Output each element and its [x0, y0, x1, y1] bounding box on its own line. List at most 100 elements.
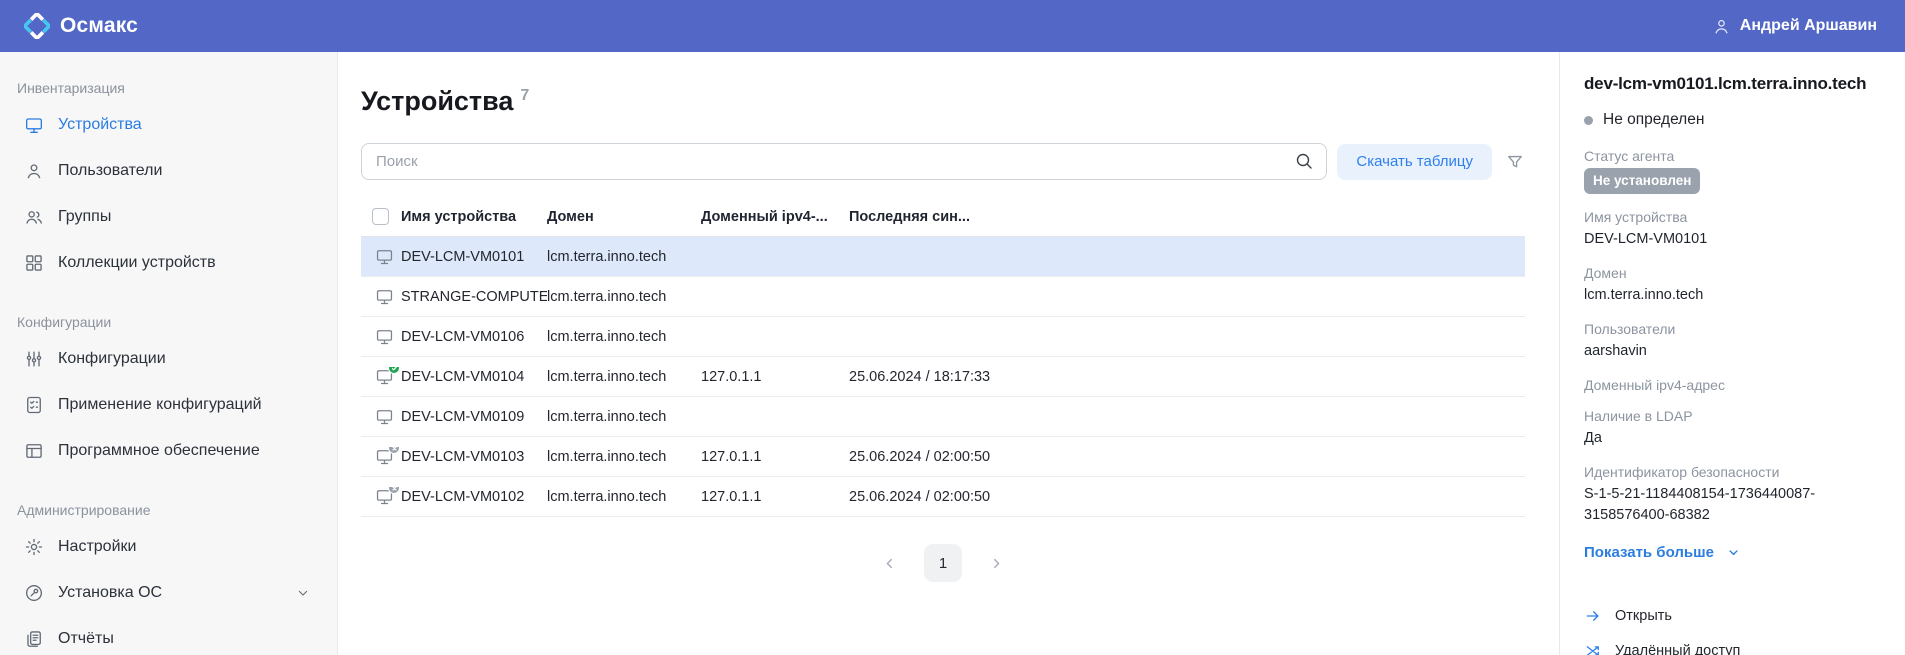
agent-status-badge: Не установлен	[1584, 168, 1700, 194]
cell-last-sync: 25.06.2024 / 18:17:33	[849, 369, 995, 385]
column-header-name: Имя устройства	[401, 209, 547, 225]
software-icon	[24, 441, 44, 461]
page-title: Устройства7	[361, 86, 1525, 117]
device-actions: Открыть Удалённый доступ	[1584, 607, 1881, 655]
grid-icon	[24, 253, 44, 273]
field-users: Пользователи aarshavin	[1584, 321, 1881, 362]
page-number[interactable]: 1	[924, 544, 962, 582]
device-monitor-icon	[375, 447, 394, 466]
device-detail-panel: dev-lcm-vm0101.lcm.terra.inno.tech Не оп…	[1559, 52, 1905, 655]
cell-device-name: DEV-LCM-VM0104	[401, 369, 547, 385]
sidebar-section-configurations: Конфигурации	[0, 304, 337, 336]
cell-domain: lcm.terra.inno.tech	[547, 489, 701, 505]
field-ldap-presence: Наличие в LDAP Да	[1584, 408, 1881, 449]
cell-domain: lcm.terra.inno.tech	[547, 249, 701, 265]
search-input[interactable]	[361, 143, 1327, 180]
user-menu[interactable]: Андрей Аршавин	[1712, 17, 1877, 36]
chevron-down-icon[interactable]	[295, 585, 311, 601]
sidebar-item-users[interactable]: Пользователи	[0, 148, 337, 194]
table-row[interactable]: DEV-LCM-VM0102 lcm.terra.inno.tech 127.0…	[361, 477, 1525, 517]
cell-domain: lcm.terra.inno.tech	[547, 289, 701, 305]
sliders-icon	[24, 349, 44, 369]
device-monitor-icon	[375, 407, 394, 426]
open-device-action[interactable]: Открыть	[1584, 607, 1881, 625]
table-row[interactable]: DEV-LCM-VM0106 lcm.terra.inno.tech	[361, 317, 1525, 357]
sidebar-item-settings[interactable]: Настройки	[0, 524, 337, 570]
top-bar: Осмакс Андрей Аршавин	[0, 0, 1905, 52]
search-field-wrap	[361, 143, 1327, 180]
status-dot-icon	[1584, 116, 1593, 125]
prev-page-button[interactable]	[881, 555, 898, 572]
main-content: Устройства7 Скачать таблицу Имя устройст…	[338, 52, 1559, 655]
pagination: 1	[361, 544, 1525, 582]
search-icon[interactable]	[1294, 151, 1314, 176]
cell-domain: lcm.terra.inno.tech	[547, 369, 701, 385]
logo-pinwheel-icon	[24, 13, 50, 39]
field-agent-status: Статус агента Не установлен	[1584, 148, 1881, 194]
device-monitor-icon	[375, 327, 394, 346]
cell-device-name: DEV-LCM-VM0102	[401, 489, 547, 505]
sidebar-item-groups[interactable]: Группы	[0, 194, 337, 240]
show-more-link[interactable]: Показать больше	[1584, 544, 1881, 561]
sidebar-item-reports[interactable]: Отчёты	[0, 616, 337, 655]
cell-ipv4: 127.0.1.1	[701, 489, 849, 505]
toolbar: Скачать таблицу	[361, 143, 1525, 180]
content-shell: Инвентаризация Устройства Пользователи Г…	[0, 52, 1905, 655]
field-device-name: Имя устройства DEV-LCM-VM0101	[1584, 209, 1881, 250]
table-row[interactable]: DEV-LCM-VM0101 lcm.terra.inno.tech	[361, 237, 1525, 277]
next-page-button[interactable]	[988, 555, 1005, 572]
config-apply-icon	[24, 395, 44, 415]
device-monitor-icon	[375, 287, 394, 306]
filter-funnel-icon[interactable]	[1505, 152, 1525, 172]
table-row[interactable]: DEV-LCM-VM0103 lcm.terra.inno.tech 127.0…	[361, 437, 1525, 477]
table-row[interactable]: DEV-LCM-VM0104 lcm.terra.inno.tech 127.0…	[361, 357, 1525, 397]
gear-icon	[24, 537, 44, 557]
cell-domain: lcm.terra.inno.tech	[547, 329, 701, 345]
field-security-id: Идентификатор безопасности S-1-5-21-1184…	[1584, 464, 1881, 526]
user-icon	[1712, 17, 1731, 36]
cell-ipv4: 127.0.1.1	[701, 449, 849, 465]
device-monitor-icon	[375, 367, 394, 386]
cell-last-sync: 25.06.2024 / 02:00:50	[849, 489, 995, 505]
sidebar-item-devices[interactable]: Устройства	[0, 102, 337, 148]
remote-access-action[interactable]: Удалённый доступ	[1584, 642, 1881, 655]
field-domain: Домен lcm.terra.inno.tech	[1584, 265, 1881, 306]
table-row[interactable]: STRANGE-COMPUTE lcm.terra.inno.tech	[361, 277, 1525, 317]
arrow-right-icon	[1584, 607, 1602, 625]
cell-domain: lcm.terra.inno.tech	[547, 409, 701, 425]
app-root: Осмакс Андрей Аршавин Инвентаризация Уст…	[0, 0, 1905, 655]
users-icon	[24, 207, 44, 227]
reports-icon	[24, 629, 44, 649]
chevron-down-icon	[1726, 545, 1741, 560]
sidebar: Инвентаризация Устройства Пользователи Г…	[0, 52, 338, 655]
select-all-checkbox[interactable]	[372, 208, 389, 225]
cell-domain: lcm.terra.inno.tech	[547, 449, 701, 465]
app-title: Осмакс	[60, 14, 138, 38]
user-icon	[24, 161, 44, 181]
table-header-row: Имя устройства Домен Доменный ipv4-... П…	[361, 197, 1525, 237]
cell-ipv4: 127.0.1.1	[701, 369, 849, 385]
device-monitor-icon	[375, 247, 394, 266]
sidebar-item-software[interactable]: Программное обеспечение	[0, 428, 337, 474]
agent-off-badge-icon	[388, 487, 400, 494]
device-fqdn-title: dev-lcm-vm0101.lcm.terra.inno.tech	[1584, 74, 1881, 94]
os-install-icon	[24, 583, 44, 603]
sidebar-section-administration: Администрирование	[0, 492, 337, 524]
sidebar-section-inventory: Инвентаризация	[0, 70, 337, 102]
sidebar-item-os-install[interactable]: Установка ОС	[0, 570, 337, 616]
sidebar-item-configurations[interactable]: Конфигурации	[0, 336, 337, 382]
agent-ok-badge-icon	[388, 367, 400, 374]
monitor-icon	[24, 115, 44, 135]
device-monitor-icon	[375, 487, 394, 506]
column-header-ipv4: Доменный ipv4-...	[701, 209, 849, 225]
devices-table: Имя устройства Домен Доменный ipv4-... П…	[361, 197, 1525, 517]
column-header-domain: Домен	[547, 209, 701, 225]
sidebar-item-config-apply[interactable]: Применение конфигураций	[0, 382, 337, 428]
cell-device-name: DEV-LCM-VM0101	[401, 249, 547, 265]
cell-last-sync: 25.06.2024 / 02:00:50	[849, 449, 995, 465]
download-table-button[interactable]: Скачать таблицу	[1337, 144, 1492, 180]
column-header-last-sync: Последняя син...	[849, 209, 995, 225]
sidebar-item-device-collections[interactable]: Коллекции устройств	[0, 240, 337, 286]
table-row[interactable]: DEV-LCM-VM0109 lcm.terra.inno.tech	[361, 397, 1525, 437]
app-logo[interactable]: Осмакс	[24, 13, 138, 39]
